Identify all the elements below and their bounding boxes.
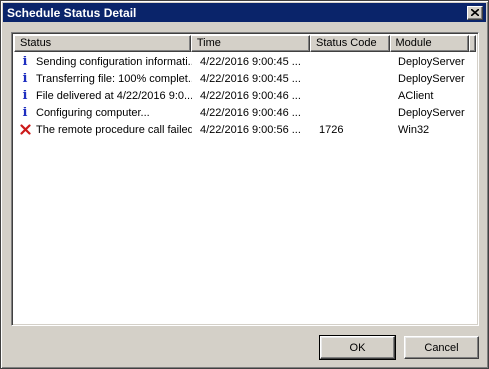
module-cell: Win32 — [398, 123, 430, 136]
cancel-button[interactable]: Cancel — [404, 336, 479, 359]
list-row[interactable]: The remote procedure call failed. 4/22/2… — [14, 121, 476, 138]
status-list[interactable]: Status Time Status Code Module i Sending… — [11, 32, 479, 326]
module-cell: DeployServer — [398, 106, 465, 119]
list-row[interactable]: i Transferring file: 100% complet... 4/2… — [14, 70, 476, 87]
time-cell: 4/22/2016 9:00:45 ... — [200, 72, 301, 85]
status-text: Configuring computer... — [36, 106, 150, 119]
info-icon: i — [22, 72, 28, 85]
title-bar[interactable]: Schedule Status Detail — [3, 3, 486, 22]
close-button[interactable] — [467, 5, 483, 20]
list-row[interactable]: i Sending configuration informati... 4/2… — [14, 53, 476, 70]
status-cell: i Configuring computer... — [14, 107, 192, 119]
status-cell: i Transferring file: 100% complet... — [14, 73, 192, 85]
status-cell: i File delivered at 4/22/2016 9:0... — [14, 90, 192, 102]
info-icon: i — [22, 89, 28, 102]
module-cell: AClient — [398, 89, 434, 102]
list-row[interactable]: i File delivered at 4/22/2016 9:0... 4/2… — [14, 87, 476, 104]
time-cell: 4/22/2016 9:00:45 ... — [200, 55, 301, 68]
schedule-status-dialog: Schedule Status Detail Status Time Statu… — [0, 0, 489, 369]
list-header: Status Time Status Code Module — [14, 35, 476, 52]
time-cell: 4/22/2016 9:00:56 ... — [200, 123, 301, 136]
status-text: The remote procedure call failed. — [36, 123, 192, 136]
status-code-cell: 1726 — [319, 123, 344, 136]
ok-button[interactable]: OK — [319, 335, 396, 360]
status-cell: The remote procedure call failed. — [14, 124, 192, 136]
column-header-time[interactable]: Time — [190, 35, 311, 52]
time-cell: 4/22/2016 9:00:46 ... — [200, 106, 301, 119]
info-icon: i — [22, 55, 28, 68]
dialog-title: Schedule Status Detail — [7, 5, 137, 20]
column-header-status-code[interactable]: Status Code — [310, 35, 390, 52]
module-cell: DeployServer — [398, 72, 465, 85]
column-header-module[interactable]: Module — [389, 35, 469, 52]
column-header-status[interactable]: Status — [14, 35, 191, 52]
time-cell: 4/22/2016 9:00:46 ... — [200, 89, 301, 102]
status-cell: i Sending configuration informati... — [14, 56, 192, 68]
status-text: Transferring file: 100% complet... — [36, 72, 192, 85]
list-rows: i Sending configuration informati... 4/2… — [14, 53, 476, 138]
list-row[interactable]: i Configuring computer... 4/22/2016 9:00… — [14, 104, 476, 121]
status-text: Sending configuration informati... — [36, 55, 192, 68]
column-header-filler — [469, 35, 476, 52]
status-text: File delivered at 4/22/2016 9:0... — [36, 89, 192, 102]
module-cell: DeployServer — [398, 55, 465, 68]
error-icon — [19, 124, 31, 136]
close-icon — [471, 9, 479, 16]
info-icon: i — [22, 106, 28, 119]
